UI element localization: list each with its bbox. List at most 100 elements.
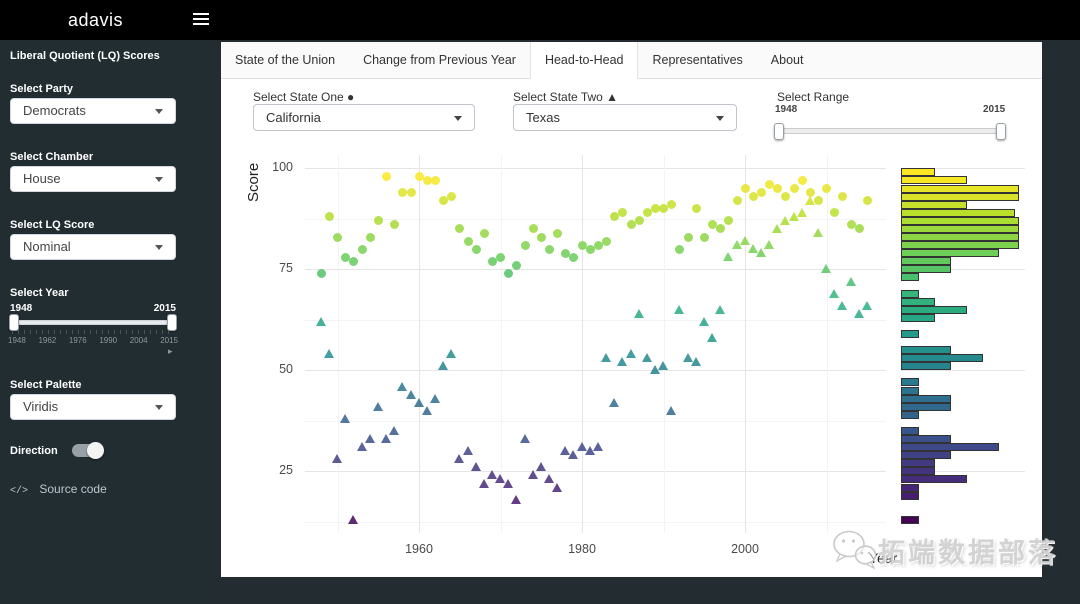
chamber-select[interactable]: House xyxy=(10,166,176,192)
point-california[interactable] xyxy=(431,176,440,185)
histogram-bar[interactable] xyxy=(901,354,983,362)
point-texas[interactable] xyxy=(821,264,831,273)
year-slider-handle-left[interactable] xyxy=(9,314,19,331)
point-texas[interactable] xyxy=(316,317,326,326)
point-texas[interactable] xyxy=(626,349,636,358)
point-california[interactable] xyxy=(407,188,416,197)
histogram-bar[interactable] xyxy=(901,176,967,184)
histogram-bar[interactable] xyxy=(901,459,935,467)
point-texas[interactable] xyxy=(528,470,538,479)
point-texas[interactable] xyxy=(511,495,521,504)
point-california[interactable] xyxy=(692,204,701,213)
point-california[interactable] xyxy=(529,224,538,233)
point-california[interactable] xyxy=(537,233,546,242)
histogram-bar[interactable] xyxy=(901,265,951,273)
point-texas[interactable] xyxy=(764,240,774,249)
histogram-bar[interactable] xyxy=(901,378,919,386)
point-texas[interactable] xyxy=(471,462,481,471)
point-texas[interactable] xyxy=(552,483,562,492)
point-california[interactable] xyxy=(317,269,326,278)
point-california[interactable] xyxy=(553,229,562,238)
histogram-bar[interactable] xyxy=(901,387,919,395)
point-california[interactable] xyxy=(545,245,554,254)
point-texas[interactable] xyxy=(837,301,847,310)
point-california[interactable] xyxy=(447,192,456,201)
point-texas[interactable] xyxy=(357,442,367,451)
point-california[interactable] xyxy=(716,224,725,233)
point-texas[interactable] xyxy=(707,333,717,342)
histogram-bar[interactable] xyxy=(901,451,951,459)
point-california[interactable] xyxy=(504,269,513,278)
histogram-bar[interactable] xyxy=(901,467,935,475)
point-texas[interactable] xyxy=(699,317,709,326)
tab-about[interactable]: About xyxy=(757,42,818,78)
histogram-bar[interactable] xyxy=(901,395,951,403)
point-california[interactable] xyxy=(382,172,391,181)
histogram-bar[interactable] xyxy=(901,330,919,338)
point-california[interactable] xyxy=(618,208,627,217)
histogram-bar[interactable] xyxy=(901,346,951,354)
point-texas[interactable] xyxy=(846,277,856,286)
point-california[interactable] xyxy=(374,216,383,225)
histogram-bar[interactable] xyxy=(901,306,967,314)
point-texas[interactable] xyxy=(536,462,546,471)
tab-representatives[interactable]: Representatives xyxy=(638,42,756,78)
point-texas[interactable] xyxy=(422,406,432,415)
point-texas[interactable] xyxy=(454,454,464,463)
point-california[interactable] xyxy=(684,233,693,242)
point-california[interactable] xyxy=(366,233,375,242)
point-texas[interactable] xyxy=(634,309,644,318)
histogram-bar[interactable] xyxy=(901,201,967,209)
year-slider-handle-right[interactable] xyxy=(167,314,177,331)
histogram-bar[interactable] xyxy=(901,225,1019,233)
point-texas[interactable] xyxy=(332,454,342,463)
point-california[interactable] xyxy=(398,188,407,197)
point-texas[interactable] xyxy=(756,248,766,257)
point-california[interactable] xyxy=(700,233,709,242)
histogram-bar[interactable] xyxy=(901,411,919,419)
point-california[interactable] xyxy=(757,188,766,197)
point-texas[interactable] xyxy=(381,434,391,443)
point-texas[interactable] xyxy=(373,402,383,411)
range-slider-handle-right[interactable] xyxy=(996,123,1006,140)
point-texas[interactable] xyxy=(715,305,725,314)
point-california[interactable] xyxy=(781,192,790,201)
histogram-bar[interactable] xyxy=(901,290,919,298)
point-texas[interactable] xyxy=(348,515,358,524)
lq-score-select[interactable]: Nominal xyxy=(10,234,176,260)
point-texas[interactable] xyxy=(593,442,603,451)
point-texas[interactable] xyxy=(658,361,668,370)
slider-play-button[interactable]: ▸ xyxy=(168,346,173,357)
point-texas[interactable] xyxy=(503,479,513,488)
point-california[interactable] xyxy=(863,196,872,205)
point-california[interactable] xyxy=(838,192,847,201)
point-california[interactable] xyxy=(627,220,636,229)
histogram-bar[interactable] xyxy=(901,273,919,281)
point-texas[interactable] xyxy=(797,208,807,217)
point-texas[interactable] xyxy=(389,426,399,435)
party-select[interactable]: Democrats xyxy=(10,98,176,124)
point-california[interactable] xyxy=(675,245,684,254)
point-texas[interactable] xyxy=(430,394,440,403)
point-california[interactable] xyxy=(602,237,611,246)
point-california[interactable] xyxy=(496,253,505,262)
point-texas[interactable] xyxy=(772,224,782,233)
sidebar-toggle-icon[interactable] xyxy=(193,13,209,27)
point-california[interactable] xyxy=(455,224,464,233)
histogram-bar[interactable] xyxy=(901,185,1019,193)
point-california[interactable] xyxy=(472,245,481,254)
histogram-bar[interactable] xyxy=(901,249,999,257)
point-california[interactable] xyxy=(325,212,334,221)
point-texas[interactable] xyxy=(520,434,530,443)
point-texas[interactable] xyxy=(609,398,619,407)
point-texas[interactable] xyxy=(854,309,864,318)
point-texas[interactable] xyxy=(446,349,456,358)
point-california[interactable] xyxy=(480,229,489,238)
source-code-link[interactable]: </> Source code xyxy=(10,482,107,497)
point-california[interactable] xyxy=(855,224,864,233)
point-texas[interactable] xyxy=(642,353,652,362)
point-texas[interactable] xyxy=(601,353,611,362)
histogram-bar[interactable] xyxy=(901,435,951,443)
point-texas[interactable] xyxy=(479,479,489,488)
point-texas[interactable] xyxy=(829,289,839,298)
